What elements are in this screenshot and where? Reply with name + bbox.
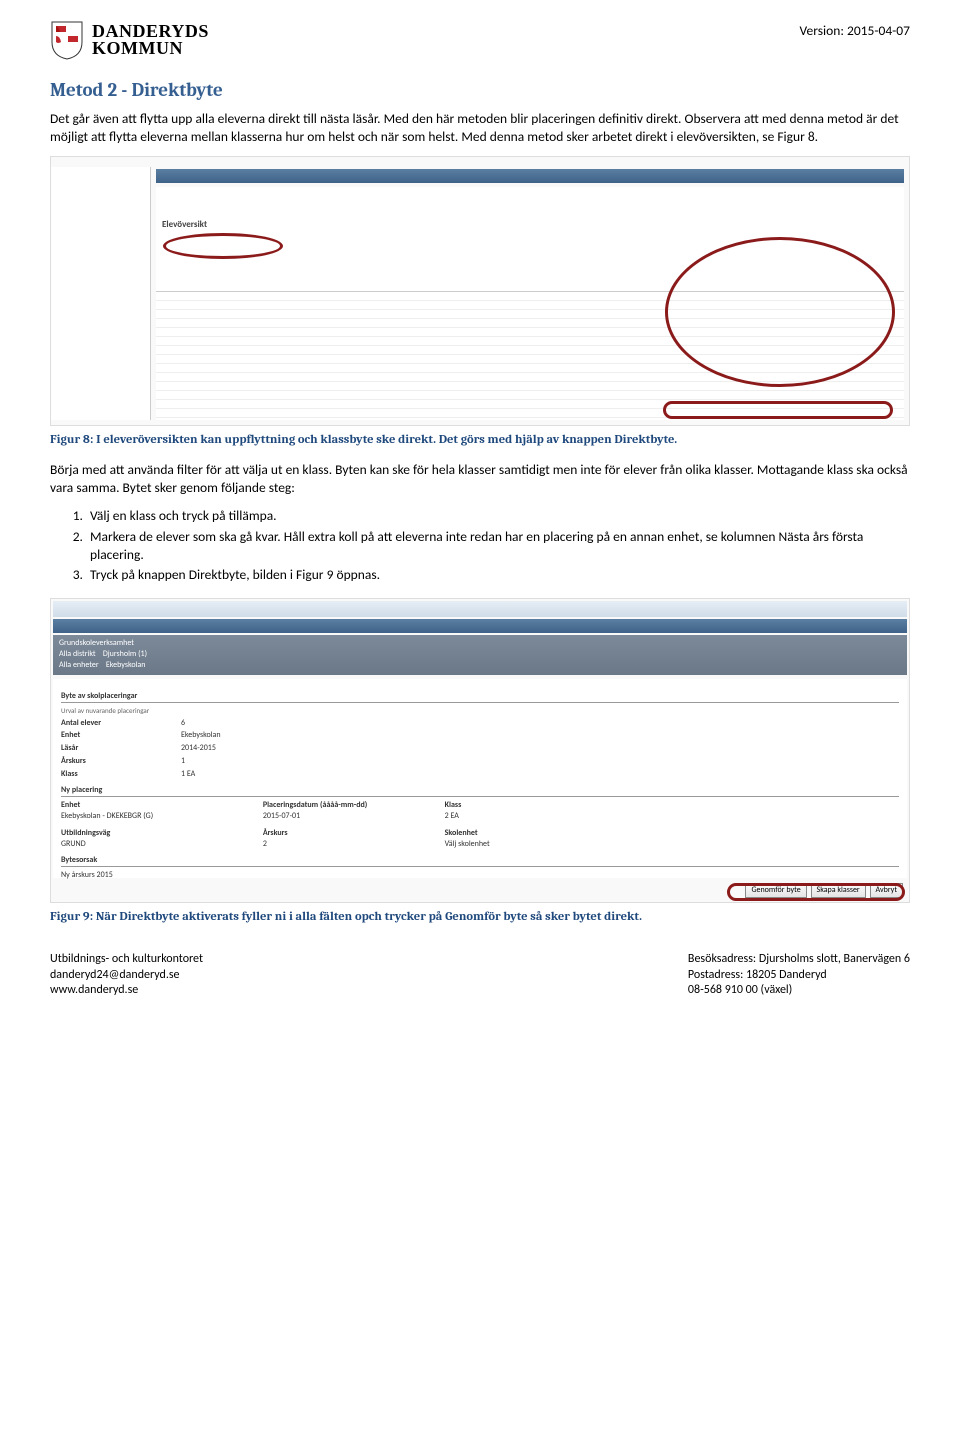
footer-right: Besöksadress: Djursholms slott, Banerväg… <box>688 952 910 999</box>
f2-sub1: Urval av nuvarande placeringar <box>61 706 899 715</box>
f2-npa-l: Årskurs <box>263 828 383 839</box>
f2-antal-l: Antal elever <box>61 718 181 729</box>
f2-ars-v: 1 <box>181 756 185 766</box>
f2-nps-v: Välj skolenhet <box>445 839 490 849</box>
f2-l1a: Alla distrikt <box>59 649 96 659</box>
f2-npk-v: 2 EA <box>445 811 459 821</box>
shield-icon <box>50 20 84 60</box>
method-title: Metod 2 - Direktbyte <box>50 78 910 104</box>
page-header: DANDERYDS KOMMUN Version: 2015-04-07 <box>50 20 910 60</box>
f2-klass-l: Klass <box>61 769 181 780</box>
f2-npu-v: GRUND <box>61 839 86 849</box>
f2-npp-v: 2015-07-01 <box>263 811 300 821</box>
logo: DANDERYDS KOMMUN <box>50 20 209 60</box>
org-line2: KOMMUN <box>92 38 183 58</box>
footer-left-1: Utbildnings- och kulturkontoret <box>50 952 203 966</box>
f2-nps-l: Skolenhet <box>445 828 565 839</box>
f2-grayhead: Grundskoleverksamhet <box>59 638 901 649</box>
f2-lasar-l: Läsår <box>61 743 181 754</box>
step-3: Tryck på knappen Direktbyte, bilden i Fi… <box>86 566 910 584</box>
f2-klass-v: 1 EA <box>181 769 195 779</box>
figure-9-screenshot: Grundskoleverksamhet Alla distrikt Djurs… <box>50 598 910 903</box>
f2-npu-l: Utbildningsväg <box>61 828 181 839</box>
f2-sec2: Ny placering <box>61 785 899 797</box>
f2-npe-l: Enhet <box>61 800 181 811</box>
f2-ars-l: Årskurs <box>61 756 181 767</box>
f2-enhet-v: Ekebyskolan <box>181 730 221 740</box>
f2-antal-v: 6 <box>181 718 185 728</box>
footer-left: Utbildnings- och kulturkontoret danderyd… <box>50 952 203 999</box>
f2-l2a: Alla enheter <box>59 660 99 670</box>
annotation-filter <box>163 233 283 259</box>
footer-left-3: www.danderyd.se <box>50 983 138 997</box>
intro-paragraph: Det går även att flytta upp alla elevern… <box>50 110 910 146</box>
f2-npa-v: 2 <box>263 839 267 849</box>
figure-8-caption: Figur 8: I eleveröversikten kan uppflytt… <box>50 432 910 449</box>
f2-l1b: Djursholm (1) <box>103 649 147 659</box>
f2-npp-l: Placeringsdatum (åååå-mm-dd) <box>263 800 383 811</box>
f2-npk-l: Klass <box>445 800 565 811</box>
f2-sec3: Bytesorsak <box>61 855 899 867</box>
figure-9-caption: Figur 9: När Direktbyte aktiverats fylle… <box>50 909 910 926</box>
footer-right-3: 08-568 910 00 (växel) <box>688 983 792 997</box>
f2-lasar-v: 2014-2015 <box>181 743 216 753</box>
figure-8-screenshot: Elevöversikt <box>50 156 910 426</box>
annotation-buttons <box>663 401 893 419</box>
footer-right-1: Besöksadress: Djursholms slott, Banerväg… <box>688 952 910 966</box>
f2-l2b: Ekebyskolan <box>106 660 146 670</box>
page-footer: Utbildnings- och kulturkontoret danderyd… <box>50 952 910 999</box>
step-1: Välj en klass och tryck på tillämpa. <box>86 507 910 525</box>
footer-right-2: Postadress: 18205 Danderyd <box>688 968 827 982</box>
steps-list: Välj en klass och tryck på tillämpa. Mar… <box>86 507 910 584</box>
f2-npe-v: Ekebyskolan - DKEKEBGR (G) <box>61 811 153 821</box>
step-2: Markera de elever som ska gå kvar. Håll … <box>86 528 910 564</box>
annotation-genomfor <box>727 883 905 901</box>
after-fig-paragraph: Börja med att använda filter för att väl… <box>50 461 910 497</box>
org-name: DANDERYDS KOMMUN <box>92 23 209 57</box>
f2-enhet-l: Enhet <box>61 730 181 741</box>
f2-bytes-v: Ny årskurs 2015 <box>61 870 113 880</box>
annotation-column <box>665 237 895 387</box>
f2-sec1: Byte av skolplaceringar <box>61 691 899 703</box>
footer-left-2: danderyd24@danderyd.se <box>50 968 180 982</box>
version-label: Version: 2015-04-07 <box>800 22 910 40</box>
